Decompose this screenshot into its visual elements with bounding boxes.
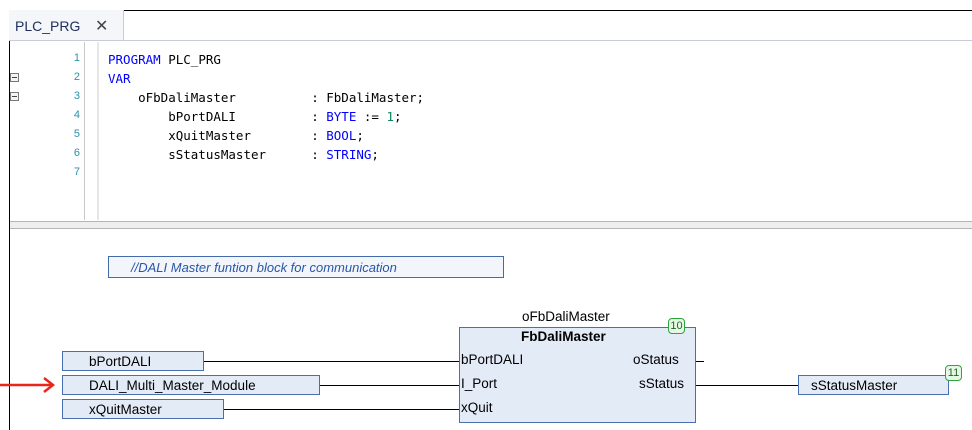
code-text: sStatusMaster : STRING; — [108, 147, 379, 162]
input-bportdali[interactable]: bPortDALI — [62, 351, 204, 371]
input-dali-multi-master-module[interactable]: DALI_Multi_Master_Module — [62, 375, 320, 395]
input-label: xQuitMaster — [89, 402, 162, 417]
code-text: PROGRAM PLC_PRG — [108, 52, 221, 67]
line-number: 3 — [73, 90, 80, 102]
input-xquitmaster[interactable]: xQuitMaster — [62, 399, 224, 419]
output-sstatusmaster[interactable]: sStatusMaster — [798, 375, 949, 395]
wire-iport — [320, 385, 459, 386]
input-label: bPortDALI — [89, 354, 152, 369]
tab-plc-prg[interactable]: PLC_PRG ✕ — [9, 10, 124, 40]
line-number: 5 — [73, 128, 80, 140]
fb-input-pin[interactable]: I_Port — [461, 376, 497, 391]
fb-input-pin[interactable]: bPortDALI — [461, 352, 523, 367]
code-text: oFbDaliMaster : FbDaliMaster; — [108, 90, 424, 105]
code-token: ; — [394, 109, 402, 124]
code-line[interactable]: 3 oFbDaliMaster : FbDaliMaster; — [10, 88, 972, 107]
execution-order-badge: 10 — [668, 318, 685, 334]
fb-output-pin[interactable]: oStatus — [633, 352, 679, 367]
code-text: xQuitMaster : BOOL; — [108, 128, 364, 143]
close-icon[interactable]: ✕ — [95, 16, 108, 36]
wire-bportdali — [204, 361, 459, 362]
fb-output-pin[interactable]: sStatus — [639, 376, 684, 391]
code-token: ; — [371, 147, 379, 162]
cfc-comment[interactable]: //DALI Master funtion block for communic… — [108, 256, 504, 278]
tab-label: PLC_PRG — [15, 18, 81, 34]
line-number: 6 — [73, 147, 80, 159]
code-token: VAR — [108, 71, 131, 86]
code-line[interactable]: 6 sStatusMaster : STRING; — [10, 145, 972, 164]
code-token: ; — [356, 128, 364, 143]
output-label: sStatusMaster — [811, 378, 898, 393]
code-token: sStatusMaster : — [108, 147, 327, 162]
code-token: PROGRAM — [108, 52, 169, 67]
code-token: STRING — [326, 147, 372, 162]
fb-input-pin[interactable]: xQuit — [461, 400, 493, 415]
code-token: BOOL — [326, 128, 357, 143]
code-line[interactable]: 2 VAR — [10, 69, 972, 88]
line-number: 1 — [73, 52, 80, 64]
wire-ostatus-stub — [696, 361, 704, 362]
code-line[interactable]: 7 — [10, 164, 972, 183]
code-text: bPortDALI : BYTE := 1; — [108, 109, 402, 124]
tab-strip-border — [9, 40, 972, 41]
code-token: 1 — [386, 109, 394, 124]
fb-instance-name[interactable]: oFbDaliMaster — [522, 309, 610, 324]
code-token: xQuitMaster : — [108, 128, 327, 143]
editor-splitter[interactable] — [10, 221, 972, 229]
code-text: VAR — [108, 71, 131, 86]
code-line[interactable]: 1 PROGRAM PLC_PRG — [10, 50, 972, 69]
line-number: 4 — [73, 109, 80, 121]
code-line[interactable]: 4 bPortDALI : BYTE := 1; — [10, 107, 972, 126]
input-label: DALI_Multi_Master_Module — [89, 378, 256, 393]
wire-sstatus — [696, 385, 798, 386]
code-token: oFbDaliMaster : FbDaliMaster; — [108, 90, 425, 105]
fb-type-name: FbDaliMaster — [521, 329, 606, 344]
code-line[interactable]: 5 xQuitMaster : BOOL; — [10, 126, 972, 145]
line-number: 7 — [73, 166, 80, 178]
code-token: PLC_PRG — [168, 52, 221, 67]
comment-text: //DALI Master funtion block for communic… — [131, 260, 397, 275]
line-number: 2 — [73, 71, 80, 83]
arrow-right-icon — [0, 377, 56, 393]
code-token: bPortDALI : — [108, 109, 327, 124]
execution-order-badge: 11 — [945, 365, 962, 381]
wire-xquit — [224, 409, 459, 410]
code-token: := — [356, 109, 387, 124]
declaration-editor[interactable]: 1 PROGRAM PLC_PRG 2 VAR 3 oFbDaliMaster : Fb… — [10, 42, 972, 222]
code-token: BYTE — [326, 109, 357, 124]
